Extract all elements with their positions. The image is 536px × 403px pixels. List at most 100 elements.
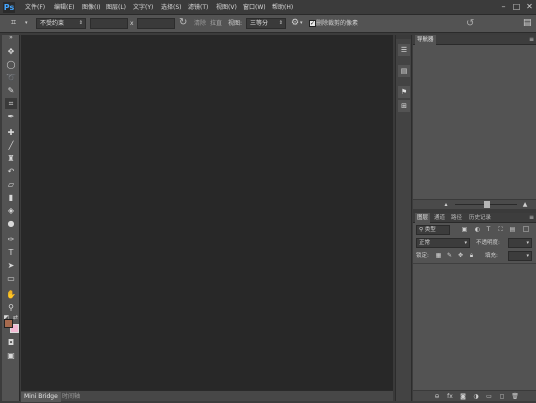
dodge-icon[interactable]: ● — [5, 218, 17, 229]
close-button[interactable]: ✕ — [523, 0, 536, 13]
crop-tool-preset-icon[interactable]: ⌗ — [11, 18, 16, 29]
lock-row: 锁定: ▦ ✎ ✥ 🔒︎ 填充: ▾ — [413, 250, 536, 263]
straighten-button[interactable]: 拉直 — [210, 20, 222, 28]
tab-navigator[interactable]: 导航器 — [415, 35, 436, 45]
brush-icon[interactable]: ╱ — [5, 140, 17, 151]
maximize-button[interactable]: □ — [510, 0, 523, 13]
height-input[interactable] — [137, 18, 175, 29]
panel-menu-icon[interactable]: ≡ — [529, 35, 534, 45]
width-input[interactable] — [90, 18, 128, 29]
lasso-icon[interactable]: ➰ — [5, 72, 17, 83]
swap-colors-icon[interactable]: ⇄ — [12, 312, 19, 323]
filter-toggle-icon[interactable] — [523, 226, 529, 232]
times-sign: x — [130, 20, 134, 27]
tool-presets-icon[interactable]: ⚑ — [398, 86, 410, 98]
menu-help[interactable]: 帮助(H) — [272, 3, 293, 12]
menu-image[interactable]: 图像(I) — [82, 3, 100, 12]
fill-input[interactable]: ▾ — [508, 251, 532, 261]
canvas-area[interactable] — [21, 35, 393, 390]
lock-all-icon[interactable]: 🔒︎ — [468, 252, 475, 259]
zoom-slider-handle[interactable] — [484, 201, 490, 208]
filter-kind-value: 类型 — [424, 227, 436, 233]
blur-icon[interactable]: ◈ — [5, 205, 17, 216]
gradient-icon[interactable]: ▮ — [5, 192, 17, 203]
healing-brush-icon[interactable]: ✚ — [5, 127, 17, 138]
view-dropdown[interactable]: 三等分 ⇕ — [246, 18, 286, 29]
lock-position-icon[interactable]: ✥ — [457, 252, 464, 259]
add-mask-icon[interactable]: ◙ — [459, 393, 467, 400]
chevron-down-icon[interactable]: ▾ — [25, 19, 28, 27]
window-controls: – □ ✕ — [497, 0, 536, 13]
lock-image-icon[interactable]: ✎ — [446, 252, 453, 259]
path-select-icon[interactable]: ➤ — [5, 260, 17, 271]
tab-history[interactable]: 历史记录 — [467, 213, 493, 223]
minimize-button[interactable]: – — [497, 0, 510, 13]
chevron-down-icon[interactable]: ▾ — [300, 19, 303, 27]
foreground-color-swatch[interactable] — [4, 319, 13, 328]
new-layer-icon[interactable]: ◻ — [498, 393, 506, 400]
eraser-icon[interactable]: ▱ — [5, 179, 17, 190]
screen-mode-icon[interactable]: ▣ — [5, 350, 17, 361]
filter-smart-object-icon[interactable]: ▤ — [509, 226, 516, 233]
menu-edit[interactable]: 编辑(E) — [54, 3, 74, 12]
menu-window[interactable]: 窗口(W) — [243, 3, 266, 12]
pen-icon[interactable]: ✑ — [5, 234, 17, 245]
lock-label: 锁定: — [416, 253, 429, 259]
type-icon[interactable]: T — [5, 247, 17, 258]
tab-mini-bridge[interactable]: Mini Bridge — [21, 392, 61, 402]
delete-layer-icon[interactable]: 🗑︎ — [511, 393, 519, 400]
menu-type[interactable]: 文字(Y) — [133, 3, 153, 12]
collapse-toolbar-icon[interactable]: » — [5, 35, 17, 41]
blend-mode-dropdown[interactable]: 正常 ▾ — [416, 238, 470, 248]
clear-button[interactable]: 清除 — [194, 20, 206, 28]
properties-icon[interactable]: ▤ — [398, 65, 410, 77]
new-group-icon[interactable]: ▭ — [485, 393, 493, 400]
menu-select[interactable]: 选择(S) — [161, 3, 182, 12]
menu-view[interactable]: 视图(V) — [216, 3, 237, 12]
lock-transparent-icon[interactable]: ▦ — [435, 252, 442, 259]
quick-select-icon[interactable]: ✎ — [5, 85, 17, 96]
clone-stamp-icon[interactable]: ♜ — [5, 153, 17, 164]
history-brush-icon[interactable]: ↶ — [5, 166, 17, 177]
bottom-panel-tabs: Mini Bridge 时间轴 — [21, 390, 393, 402]
filter-pixel-icon[interactable]: ▣ — [461, 226, 468, 233]
menu-file[interactable]: 文件(F) — [25, 3, 45, 12]
rectangle-icon[interactable]: ▭ — [5, 273, 17, 284]
ratio-dropdown[interactable]: 不受约束 ⇕ — [36, 18, 86, 29]
options-bar: ⌗ ▾ 不受约束 ⇕ x ↻ 清除 拉直 视图: 三等分 ⇕ ⚙ ▾ 删除裁剪的… — [0, 15, 536, 33]
marquee-icon[interactable]: ◯ — [5, 59, 17, 70]
opacity-input[interactable]: ▾ — [508, 238, 532, 248]
tab-paths[interactable]: 路径 — [449, 213, 464, 223]
menu-layer[interactable]: 图层(L) — [106, 3, 126, 12]
filter-type-icon[interactable]: T — [485, 226, 492, 233]
filter-kind-dropdown[interactable]: ⚲ 类型 — [416, 225, 450, 235]
filter-adjustment-icon[interactable]: ◐ — [474, 226, 481, 233]
workspace-icon[interactable]: ▤ — [523, 18, 532, 29]
filter-shape-icon[interactable]: ⛶ — [497, 226, 504, 233]
delete-cropped-checkbox[interactable]: ✓ — [309, 20, 316, 27]
dock-grip[interactable] — [396, 35, 411, 39]
zoom-in-icon[interactable]: ▲ — [521, 201, 529, 208]
hand-icon[interactable]: ✋ — [5, 289, 17, 300]
tools-panel: » ✥ ◯ ➰ ✎ ⌗ ✒ ✚ ╱ ♜ ↶ ▱ ▮ ◈ ● ✑ T ➤ ▭ ✋ … — [2, 35, 20, 401]
adjustments-icon[interactable]: ⊞ — [398, 100, 410, 112]
reset-icon[interactable]: ↺ — [466, 18, 474, 29]
zoom-out-icon[interactable]: ▴ — [442, 201, 450, 208]
swap-icon[interactable]: ↻ — [179, 17, 187, 29]
tab-timeline[interactable]: 时间轴 — [59, 392, 83, 402]
gear-icon[interactable]: ⚙ — [291, 18, 299, 29]
layer-style-icon[interactable]: fx — [446, 393, 454, 400]
move-icon[interactable]: ✥ — [5, 46, 17, 57]
panel-menu-icon[interactable]: ≡ — [529, 213, 534, 223]
adjustment-layer-icon[interactable]: ◑ — [472, 393, 480, 400]
layers-list[interactable] — [413, 263, 536, 390]
link-layers-icon[interactable]: ⊖ — [433, 393, 441, 400]
crop-icon[interactable]: ⌗ — [5, 98, 17, 109]
history-icon[interactable]: ☰ — [398, 44, 410, 56]
opacity-label: 不透明度: — [476, 240, 500, 246]
tab-channels[interactable]: 通道 — [432, 213, 447, 223]
tab-layers[interactable]: 图层 — [415, 213, 431, 223]
eyedropper-icon[interactable]: ✒ — [5, 111, 17, 122]
quick-mask-icon[interactable]: ◘ — [5, 337, 17, 348]
menu-filter[interactable]: 滤镜(T) — [188, 3, 208, 12]
